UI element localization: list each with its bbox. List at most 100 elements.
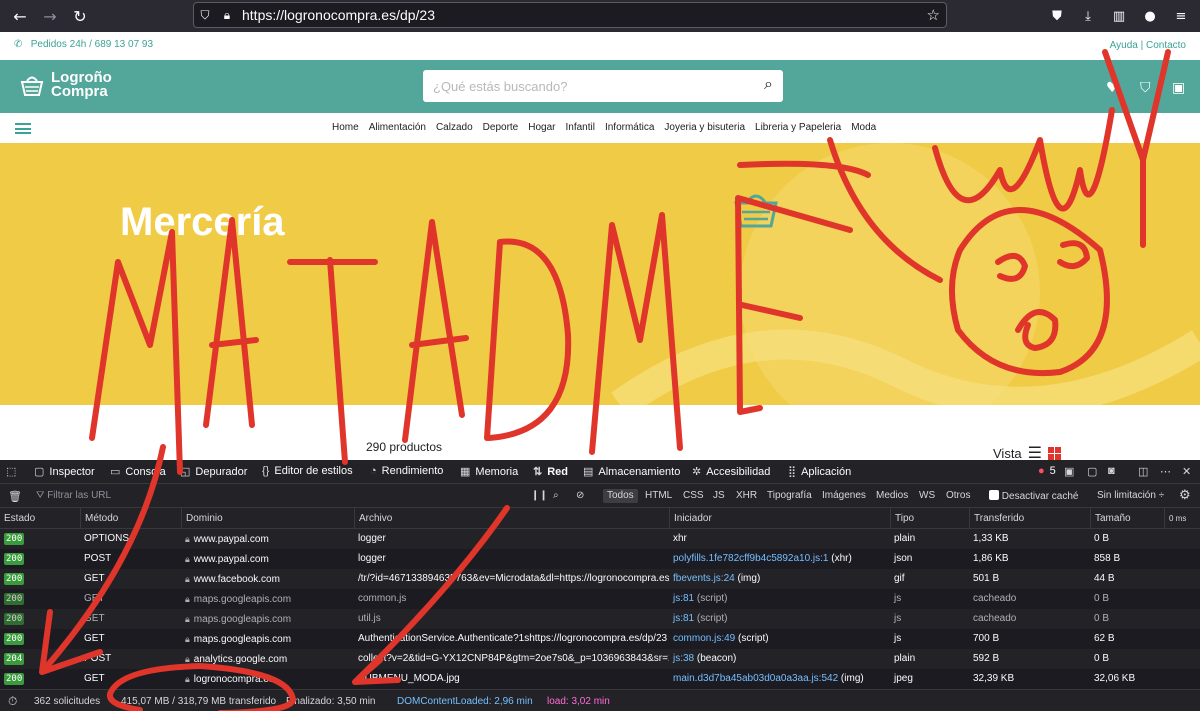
type-filter-html[interactable]: HTML [645,490,672,501]
menu-item-calzado[interactable]: Calzado [436,122,473,133]
type-filter-fonts[interactable]: Tipografía [767,490,812,501]
menu-item-libreria[interactable]: Libreria y Papeleria [755,122,841,133]
type-filter-js[interactable]: JS [713,490,725,501]
initiator-link[interactable]: js:38 [673,653,694,664]
forward-arrow-icon[interactable]: → [35,1,65,31]
col-estado[interactable]: Estado [0,508,80,529]
tab-console[interactable]: ▭ Consola [110,465,166,479]
error-count-badge[interactable]: ● 5 [1038,465,1056,477]
initiator-link[interactable]: common.js:49 [673,633,735,644]
cell-size: 0 B [1094,653,1110,664]
responsive-icon[interactable]: ▢ [1087,465,1097,478]
tab-label: Rendimiento [381,465,444,477]
shield-icon[interactable]: ⛉ [194,8,216,23]
col-metodo[interactable]: Método [80,508,181,529]
tab-application[interactable]: ⣿ Aplicación [788,465,851,479]
table-row[interactable]: 204 POST 🔒︎ analytics.google.com collect?v=2… [0,649,1200,669]
col-tamano[interactable]: Tamaño [1090,508,1164,529]
menu-icon[interactable]: ≡ [1170,5,1192,27]
initiator-link[interactable]: main.d3d7ba45ab03d0a0a3aa.js:542 [673,673,838,684]
pause-icon[interactable]: ❙❙ [531,490,548,501]
pocket-icon[interactable]: ⛊ [1046,5,1068,27]
tab-performance[interactable]: ◔ Rendimiento [370,465,443,477]
tab-storage[interactable]: ▤ Almacenamiento [583,465,680,479]
sidebar-icon[interactable]: ▥ [1108,5,1130,27]
help-contact-link[interactable]: Ayuda | Contacto [1110,40,1186,51]
initiator-link[interactable]: fbevents.js:24 [673,573,735,584]
back-arrow-icon[interactable]: ← [5,1,35,31]
initiator-link[interactable]: js:81 [673,613,694,624]
split-console-icon[interactable]: ▣ [1064,465,1074,478]
trash-icon[interactable]: 🗑︎ [8,490,22,503]
menu-item-hogar[interactable]: Hogar [528,122,555,133]
disable-cache-checkbox[interactable]: Desactivar caché [989,490,1078,502]
table-row[interactable]: 200 GET 🔒︎ maps.googleapis.com Authenticatio… [0,629,1200,649]
type-filter-other[interactable]: Otros [946,490,970,501]
performance-analysis-icon[interactable]: ⏱ [8,694,17,709]
checkbox-box[interactable] [989,490,999,500]
url-bar[interactable]: ⛉ 🔒︎ https://logronocompra.es/dp/23 ☆ [193,2,947,28]
bag-icon[interactable]: ▣ [1172,80,1185,96]
initiator-link[interactable]: js:81 [673,593,694,604]
search-input[interactable]: ¿Qué estás buscando? ⌕ [423,70,783,102]
download-icon[interactable]: ⤓ [1077,5,1099,27]
col-tipo[interactable]: Tipo [890,508,969,529]
tab-accessibility[interactable]: ✲ Accesibilidad [692,465,770,479]
initiator-link[interactable]: polyfills.1fe782cff9b4c5892a10.js:1 [673,553,828,564]
tab-style-editor[interactable]: {} Editor de estilos [262,465,353,477]
type-filter-images[interactable]: Imágenes [822,490,866,501]
list-view-icon[interactable]: ☰ [1028,443,1042,460]
site-logo[interactable]: Logroño Compra [19,70,112,99]
col-archivo[interactable]: Archivo [354,508,669,529]
menu-item-moda[interactable]: Moda [851,122,876,133]
grid-view-icon[interactable] [1048,446,1062,460]
reload-icon[interactable]: ↻ [65,1,95,31]
status-badge: 200 [4,593,25,605]
hamburger-icon[interactable] [15,123,31,134]
menu-item-home[interactable]: Home [332,122,359,133]
table-row[interactable]: 200 GET 🔒︎ maps.googleapis.com util.js js:81 … [0,609,1200,629]
element-picker-icon[interactable]: ⬚ [6,465,16,478]
table-row[interactable]: 200 GET 🔒︎ logronocompra.es SUBMENU_MODA.jpg… [0,669,1200,689]
search-icon[interactable]: ⌕ [553,490,559,501]
dock-icon[interactable]: ◫ [1138,465,1148,478]
screenshot-icon[interactable]: ◙ [1108,465,1115,477]
tab-memory[interactable]: ▦ Memoria [460,465,518,479]
phone-text[interactable]: Pedidos 24h / 689 13 07 93 [31,39,153,50]
tab-inspector[interactable]: ▢ Inspector [34,465,95,479]
menu-item-joyeria[interactable]: Joyeria y bisuteria [664,122,745,133]
account-avatar-icon[interactable]: ● [1139,5,1161,27]
col-timeline[interactable]: 0 ms [1164,508,1200,529]
menu-item-infantil[interactable]: Infantil [565,122,594,133]
table-row[interactable]: 200 GET 🔒︎ maps.googleapis.com common.js js:8… [0,589,1200,609]
type-filter-ws[interactable]: WS [919,490,935,501]
tab-debugger[interactable]: ◱ Depurador [180,465,247,479]
table-row[interactable]: 200 GET 🔒︎ www.facebook.com/tr/?id=46713389… [0,569,1200,589]
col-iniciador[interactable]: Iniciador [669,508,890,529]
type-filter-all[interactable]: Todos [603,489,638,503]
type-filter-xhr[interactable]: XHR [736,490,757,501]
throttle-select[interactable]: Sin limitación ÷ [1097,490,1164,501]
gear-icon[interactable]: ⚙ [1179,487,1191,503]
block-icon[interactable]: ⊘ [576,490,584,501]
lock-icon[interactable]: 🔒︎ [216,8,238,23]
menu-item-deporte[interactable]: Deporte [483,122,519,133]
menu-item-alimentacion[interactable]: Alimentación [369,122,426,133]
col-transferido[interactable]: Transferido [969,508,1090,529]
type-filter-media[interactable]: Medios [876,490,908,501]
network-icon: ⇅ [533,466,543,478]
menu-item-informatica[interactable]: Informática [605,122,654,133]
type-filter-css[interactable]: CSS [683,490,704,501]
bookmark-star-icon[interactable]: ☆ [927,6,940,24]
tab-network[interactable]: ⇅ Red [533,465,568,479]
filter-urls-input[interactable]: ⛛ Filtrar las URL [36,490,111,501]
search-icon[interactable]: ⌕ [764,76,773,94]
col-dominio[interactable]: Dominio [181,508,354,529]
more-options-icon[interactable]: ⋯ [1160,465,1171,478]
close-icon[interactable]: ✕ [1182,465,1191,478]
user-icon[interactable]: ♥ [1106,80,1119,96]
url-text[interactable]: https://logronocompra.es/dp/23 [242,7,435,23]
cart-icon[interactable]: ⛉ [1140,80,1151,96]
table-row[interactable]: 200 OPTIONS 🔒︎ www.paypal.com logger xhr plain… [0,529,1200,549]
table-row[interactable]: 200 POST 🔒︎ www.paypal.com logger polyfills.1… [0,549,1200,569]
